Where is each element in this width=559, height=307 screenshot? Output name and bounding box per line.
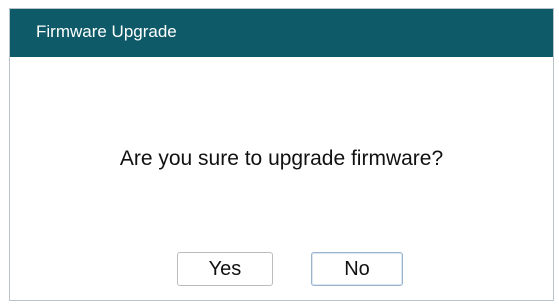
firmware-upgrade-dialog: Firmware Upgrade Are you sure to upgrade…: [9, 8, 554, 301]
confirmation-message: Are you sure to upgrade firmware?: [119, 147, 444, 170]
dialog-title: Firmware Upgrade: [36, 22, 177, 41]
dialog-titlebar[interactable]: Firmware Upgrade: [10, 9, 553, 57]
no-button[interactable]: No: [311, 252, 403, 286]
yes-button[interactable]: Yes: [177, 252, 273, 286]
